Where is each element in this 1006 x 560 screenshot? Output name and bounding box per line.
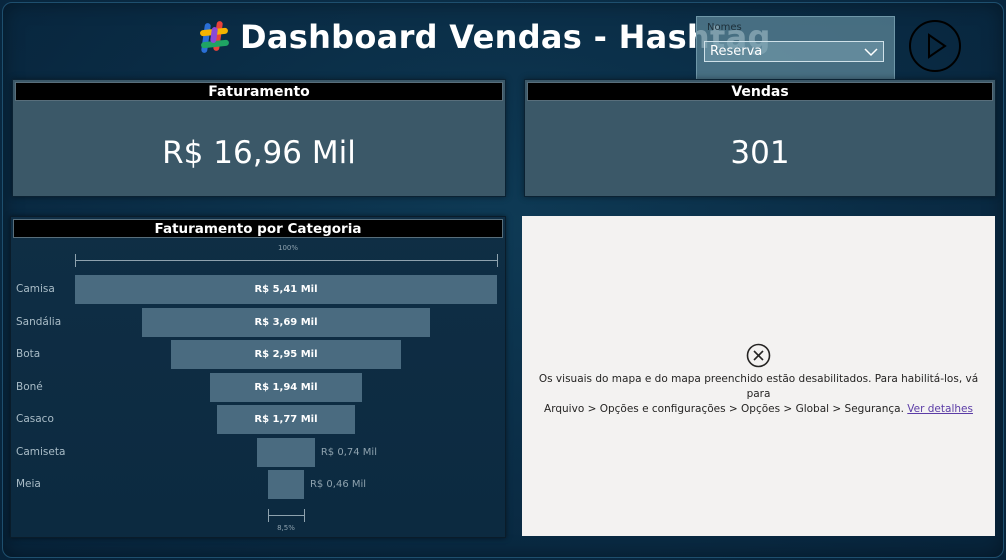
bottom-scale-line xyxy=(268,515,304,516)
kpi-title: Vendas xyxy=(527,82,993,101)
data-label: R$ 3,69 Mil xyxy=(254,316,318,328)
category-label: Sandália xyxy=(16,315,62,328)
page-title: Dashboard Vendas - Hashtag xyxy=(240,18,771,56)
slicer-label: Nomes xyxy=(707,22,742,33)
data-label: R$ 5,41 Mil xyxy=(254,284,318,295)
funnel-bar[interactable] xyxy=(268,470,304,499)
funnel-bar[interactable] xyxy=(257,437,315,467)
header: Dashboard Vendas - Hashtag xyxy=(198,14,771,60)
chart-title: Faturamento por Categoria xyxy=(13,219,503,238)
data-label: R$ 0,46 Mil xyxy=(309,479,367,490)
slicer-selected-value: Reserva xyxy=(710,44,763,59)
kpi-title: Faturamento xyxy=(15,82,503,101)
funnel-chart: Faturamento por Categoria 100% 8,5% Cami… xyxy=(10,216,506,538)
play-icon[interactable] xyxy=(909,20,961,72)
category-label: Casaco xyxy=(16,413,54,425)
data-label: R$ 1,77 Mil xyxy=(254,414,318,425)
bottom-scale-tick xyxy=(268,509,269,522)
kpi-value: 301 xyxy=(730,135,790,171)
data-label: R$ 2,95 Mil xyxy=(254,349,318,360)
bottom-scale-tick xyxy=(304,509,305,522)
see-details-link[interactable]: Ver detalhes xyxy=(907,403,973,415)
bottom-scale-label: 8,5% xyxy=(277,524,295,532)
category-label: Bota xyxy=(16,348,41,360)
map-disabled-message: Os visuais do mapa e do mapa preenchido … xyxy=(532,372,985,417)
kpi-card-vendas: Vendas 301 xyxy=(524,79,996,197)
category-label: Boné xyxy=(16,380,43,393)
chevron-down-icon[interactable] xyxy=(864,42,878,61)
slicer-dropdown[interactable]: Reserva xyxy=(704,41,884,62)
top-scale-label: 100% xyxy=(277,244,298,252)
hashtag-logo-icon xyxy=(198,17,232,57)
map-message-line2: Arquivo > Opções e configurações > Opçõe… xyxy=(544,403,904,415)
category-label: Camiseta xyxy=(16,445,66,458)
top-scale-line xyxy=(75,260,497,261)
close-circle-icon xyxy=(746,343,771,368)
map-visual-disabled: Os visuais do mapa e do mapa preenchido … xyxy=(522,216,995,536)
kpi-card-faturamento: Faturamento R$ 16,96 Mil xyxy=(12,79,506,197)
category-label: Camisa xyxy=(16,283,55,295)
data-label: R$ 1,94 Mil xyxy=(254,381,318,393)
kpi-value: R$ 16,96 Mil xyxy=(162,135,356,171)
top-scale-tick xyxy=(75,254,76,267)
data-label: R$ 0,74 Mil xyxy=(320,446,377,458)
top-scale-tick xyxy=(497,254,498,267)
category-label: Meia xyxy=(16,478,41,490)
map-message-line1: Os visuais do mapa e do mapa preenchido … xyxy=(538,373,979,400)
